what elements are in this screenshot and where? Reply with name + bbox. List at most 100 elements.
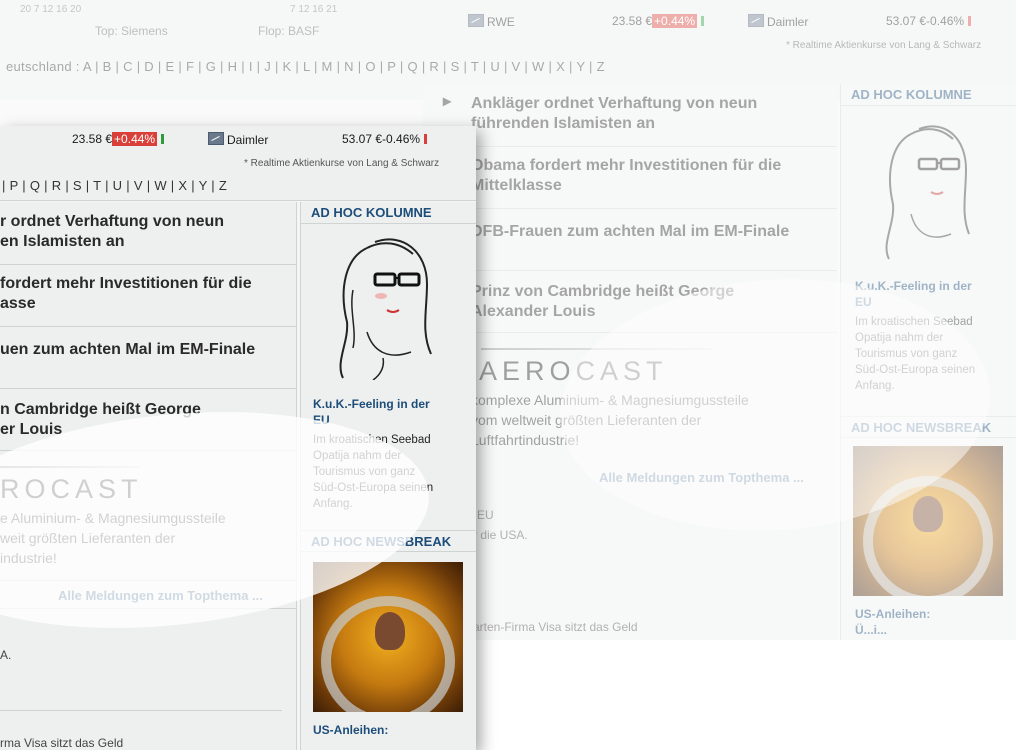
stock-price: 23.58 € [612, 14, 653, 28]
image-detail [913, 496, 943, 532]
story-item[interactable]: uen zum achten Mal im EM-Finale [0, 326, 296, 389]
story-item[interactable]: Obama fordert mehr Investitionen für die… [423, 146, 837, 209]
chart-icon [748, 14, 764, 27]
story-headline: DFB-Frauen zum achten Mal im EM-Finale [471, 223, 790, 240]
story-headline: Prinz von Cambridge heißt George [471, 283, 735, 300]
sidebar-heading: AD HOC KOLUMNE [301, 202, 476, 224]
stock-change: -0.46% [382, 132, 421, 146]
trend-bar [161, 134, 165, 144]
sidebar-article-title[interactable]: K.u.K.-Feeling in der [313, 396, 430, 412]
sidebar-heading: AD HOC NEWSBREAK [301, 530, 476, 552]
alphabet-nav[interactable]: | P | Q | R | S | T | U | V | W | X | Y … [2, 178, 227, 193]
story-headline: fordert mehr Investitionen für die [0, 275, 252, 292]
sidebar-article-title[interactable]: Ü...i... [855, 622, 887, 638]
stock-change: +0.44% [652, 14, 698, 28]
main-column: ▸ Ankläger ordnet Verhaftung von neun fü… [423, 84, 837, 640]
stock-price: 53.07 € [886, 14, 927, 28]
sidebar-article-title[interactable]: US-Anleihen: [313, 722, 388, 738]
aerocast-swoosh [481, 348, 711, 350]
divider [0, 710, 282, 711]
ad-text: komplexe Aluminium- & Magnesiumgussteile [471, 392, 749, 408]
story-headline: r ordnet Verhaftung von neun [0, 213, 225, 230]
stock-daimler[interactable]: Daimler [748, 14, 808, 29]
image-detail [863, 476, 993, 596]
story-headline: Obama fordert mehr Investitionen für die [471, 157, 782, 174]
stock-rwe-quote: 23.58 € +0.44% [612, 14, 705, 28]
aerocast-swoosh [0, 466, 140, 468]
sidebar-article-text: Anfang. [855, 380, 895, 392]
sidebar-article-title[interactable]: EU [855, 294, 872, 310]
aerocast-logo[interactable]: AEROCAST [479, 356, 668, 387]
more-link[interactable]: Alle Meldungen zum Topthema ... [58, 588, 263, 603]
columnist-illustration [885, 125, 970, 260]
trend-bar [424, 134, 428, 144]
newsbreak-image[interactable] [313, 562, 463, 712]
stock-price: 53.07 € [342, 132, 383, 146]
story-item[interactable]: ▸ Ankläger ordnet Verhaftung von neun fü… [423, 84, 837, 147]
stock-daimler-quote: 53.07 €-0.46% [342, 132, 428, 146]
sidebar-article-text: Im kroatischen Seebad [313, 434, 431, 446]
sidebar-article-text: Im kroatischen Seebad [855, 316, 973, 328]
story-snippet: A. [0, 648, 12, 662]
more-link[interactable]: Alle Meldungen zum Topthema ... [599, 470, 804, 485]
sidebar: AD HOC KOLUMNE K.u.K.-Feeling in der EU … [840, 84, 1016, 640]
ad-text: vom weltweit größten Lieferanten der [471, 412, 702, 428]
story-item[interactable]: r ordnet Verhaftung von neun en Islamist… [0, 202, 296, 265]
sidebar-article-text: Tourismus von ganz [313, 466, 416, 478]
chart-axis-label: 20 7 12 16 20 [20, 4, 82, 15]
sidebar-heading: AD HOC NEWSBREAK [841, 416, 1016, 438]
sidebar-article-title[interactable]: K.u.K.-Feeling in der [855, 278, 972, 294]
story-headline: n Cambridge heißt George [0, 401, 201, 418]
front-page: 23.58 € +0.44% Daimler 53.07 €-0.46% * Re… [0, 126, 476, 750]
story-item[interactable]: n Cambridge heißt George er Louis [0, 388, 296, 451]
story-headline: en Islamisten an [0, 233, 125, 250]
trend-bar [968, 16, 972, 26]
story-headline: asse [0, 295, 36, 312]
flop-stock-label: Flop: BASF [258, 24, 320, 38]
chart-icon [208, 132, 224, 145]
sidebar-article-title[interactable]: US-Anleihen: [855, 606, 930, 622]
story-item[interactable]: DFB-Frauen zum achten Mal im EM-Finale [423, 208, 837, 271]
story-snippet: rkarten-Firma Visa sitzt das Geld [463, 620, 638, 634]
ad-text: Luftfahrtindustrie! [471, 432, 580, 448]
story-headline: Ankläger ordnet Verhaftung von neun [471, 95, 758, 112]
story-headline: Mittelklasse [471, 177, 562, 194]
stock-name: RWE [487, 15, 515, 29]
sidebar-article-title[interactable]: EU [313, 412, 330, 428]
stock-daimler[interactable]: Daimler [208, 132, 268, 147]
story-headline: führenden Islamisten an [471, 115, 656, 132]
main-column: r ordnet Verhaftung von neun en Islamist… [0, 202, 297, 750]
stock-rwe-quote: 23.58 € +0.44% [72, 132, 165, 146]
chart-axis-label: 7 12 16 21 [290, 4, 338, 15]
story-arrow-icon: ▸ [443, 93, 452, 110]
stock-name: Daimler [227, 133, 269, 147]
image-detail [375, 612, 405, 650]
ad-text: industrie! [0, 550, 57, 566]
divider [0, 608, 296, 609]
sidebar: AD HOC KOLUMNE K.u.K.-Feeling in der EU … [300, 202, 476, 750]
stock-name: Daimler [767, 15, 809, 29]
story-headline: uen zum achten Mal im EM-Finale [0, 341, 256, 358]
sidebar-article-text: Tourismus von ganz [855, 348, 958, 360]
newsbreak-image[interactable] [853, 446, 1003, 596]
sidebar-heading: AD HOC KOLUMNE [841, 84, 1016, 106]
alphabet-nav[interactable]: eutschland : A | B | C | D | E | F | G |… [6, 59, 605, 74]
story-item[interactable]: Prinz von Cambridge heißt George Alexand… [423, 270, 837, 333]
ad-text: weit größten Lieferanten der [0, 530, 176, 546]
sidebar-article-text: Süd-Ost-Europa seinen [313, 482, 434, 494]
chart-icon [468, 14, 484, 27]
story-headline: er Louis [0, 421, 63, 438]
stock-rwe[interactable]: RWE [468, 14, 515, 29]
trend-bar [701, 16, 705, 26]
sidebar-article-text: Opatija nahm der [855, 332, 944, 344]
columnist-illustration [339, 238, 432, 380]
sidebar-article-text: Süd-Ost-Europa seinen [855, 364, 976, 376]
top-stock-label: Top: Siemens [95, 24, 168, 38]
story-item[interactable]: fordert mehr Investitionen für die asse [0, 264, 296, 327]
sidebar-article-text: Opatija nahm der [313, 450, 402, 462]
aerocast-logo[interactable]: ROCAST [0, 474, 143, 505]
stock-change: -0.46% [926, 14, 965, 28]
story-snippet: rma Visa sitzt das Geld [0, 736, 124, 750]
realtime-note: * Realtime Aktienkurse von Lang & Schwar… [786, 40, 982, 51]
divider [0, 580, 296, 581]
